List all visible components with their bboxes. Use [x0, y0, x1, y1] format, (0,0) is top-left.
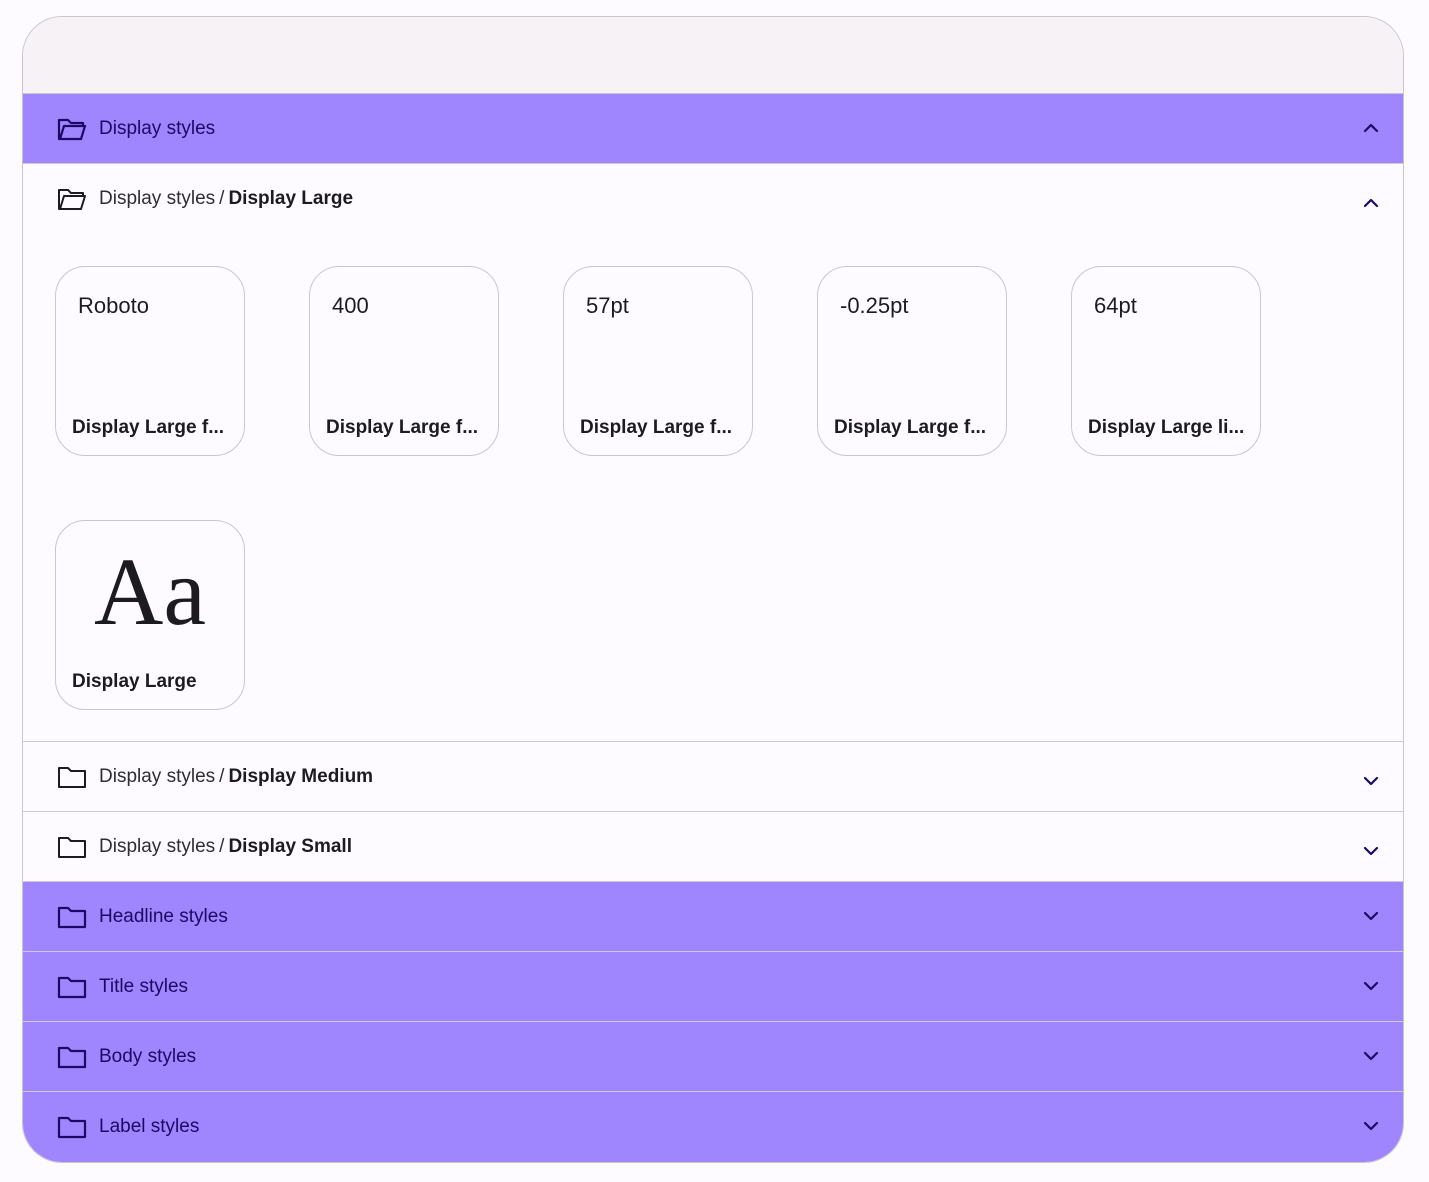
top-app-bar [23, 17, 1403, 94]
token-caption: Display Large f... [326, 417, 479, 438]
breadcrumb-separator: / [219, 188, 225, 209]
breadcrumb-current: Display Medium [228, 765, 374, 787]
breadcrumb-current: Display Large [228, 188, 354, 209]
group-row-body[interactable]: Body styles [23, 1022, 1403, 1092]
folder-icon [57, 1115, 87, 1139]
type-sample-caption: Display Large [72, 671, 197, 692]
breadcrumb-current: Display Small [228, 835, 352, 857]
breadcrumb-parent: Display styles [99, 765, 216, 787]
chevron-down-icon[interactable] [1361, 1046, 1381, 1066]
chevron-down-icon[interactable] [1361, 906, 1381, 926]
typography-panel: Display styles Display styles / Display … [22, 16, 1404, 1163]
token-card-font-family[interactable]: Roboto Display Large f... [55, 266, 245, 456]
folder-open-icon [57, 187, 87, 211]
token-value: -0.25pt [840, 293, 909, 318]
token-value: 400 [332, 293, 369, 318]
breadcrumb-separator: / [219, 835, 225, 857]
type-sample: Aa [94, 538, 206, 645]
group-row-title[interactable]: Title styles [23, 952, 1403, 1022]
folder-icon [57, 765, 87, 789]
type-sample-card[interactable]: Aa Display Large [55, 520, 245, 710]
chevron-down-icon[interactable] [1361, 1116, 1381, 1136]
token-card-line-height[interactable]: 64pt Display Large li... [1071, 266, 1261, 456]
group-label: Display styles [99, 117, 216, 139]
group-label: Headline styles [99, 905, 228, 927]
folder-icon [57, 1045, 87, 1069]
token-caption: Display Large f... [72, 417, 225, 438]
token-caption: Display Large f... [580, 417, 733, 438]
token-caption: Display Large li... [1088, 417, 1245, 438]
group-row-headline[interactable]: Headline styles [23, 882, 1403, 952]
subgroup-row-display-small[interactable]: Display styles / Display Small [23, 812, 1403, 882]
chevron-down-icon[interactable] [1361, 841, 1381, 861]
breadcrumb-parent: Display styles [99, 188, 216, 209]
chevron-down-icon[interactable] [1361, 976, 1381, 996]
token-value: Roboto [78, 293, 149, 318]
breadcrumb-parent: Display styles [99, 835, 216, 857]
token-card-font-weight[interactable]: 400 Display Large f... [309, 266, 499, 456]
group-row-label[interactable]: Label styles [23, 1092, 1403, 1162]
chevron-up-icon[interactable] [1361, 118, 1381, 138]
token-card-letter-spacing[interactable]: -0.25pt Display Large f... [817, 266, 1007, 456]
token-value: 64pt [1094, 293, 1137, 318]
folder-icon [57, 975, 87, 999]
token-card-font-size[interactable]: 57pt Display Large f... [563, 266, 753, 456]
token-caption: Display Large f... [834, 417, 987, 438]
folder-open-icon [57, 117, 87, 141]
subgroup-row-display-large[interactable]: Display styles / Display Large [23, 164, 1403, 234]
subgroup-row-display-medium[interactable]: Display styles / Display Medium [23, 742, 1403, 812]
group-row-display[interactable]: Display styles [23, 94, 1403, 164]
token-value: 57pt [586, 293, 629, 318]
chevron-up-icon[interactable] [1361, 193, 1381, 213]
folder-icon [57, 835, 87, 859]
group-label: Label styles [99, 1116, 200, 1137]
breadcrumb-separator: / [219, 765, 225, 787]
folder-icon [57, 905, 87, 929]
chevron-down-icon[interactable] [1361, 771, 1381, 791]
group-label: Title styles [99, 975, 189, 997]
group-label: Body styles [99, 1045, 197, 1067]
subgroup-display-large: Display styles / Display Large Roboto Di… [23, 164, 1403, 742]
